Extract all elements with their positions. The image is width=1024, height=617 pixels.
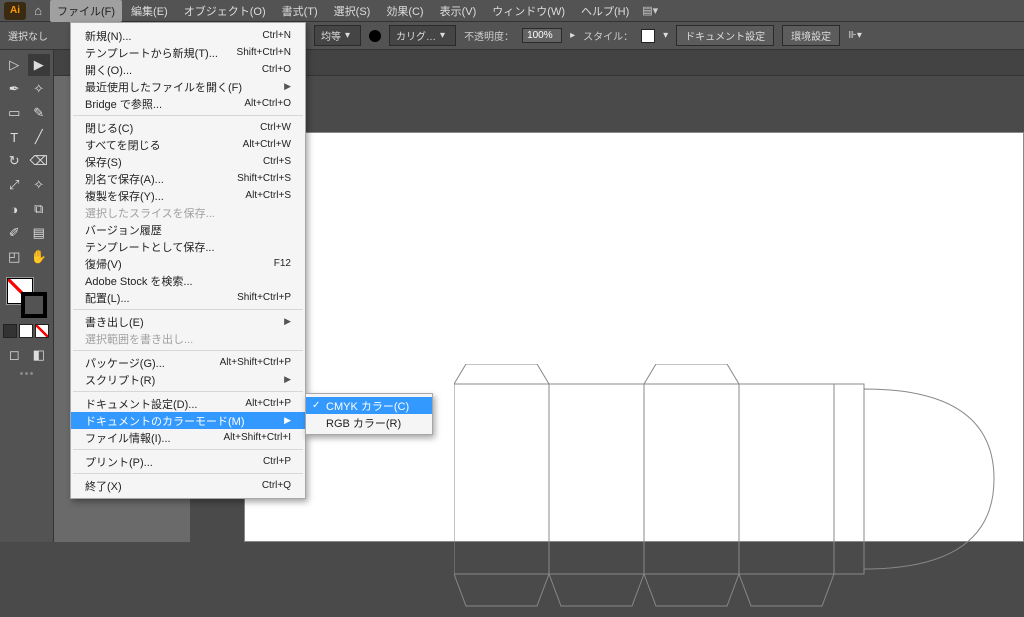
workspace-switcher-icon[interactable]: ▤▾ <box>642 4 658 17</box>
file-menu-item[interactable]: ドキュメントのカラーモード(M)▶ <box>71 412 305 429</box>
file-menu-item[interactable]: ドキュメント設定(D)...Alt+Ctrl+P <box>71 395 305 412</box>
file-menu-item[interactable]: パッケージ(G)...Alt+Shift+Ctrl+P <box>71 354 305 371</box>
menu-help[interactable]: ヘルプ(H) <box>574 0 636 22</box>
opacity-arrow-icon[interactable]: ▸ <box>570 30 575 41</box>
preferences-button[interactable]: 環境設定 <box>782 25 840 46</box>
gradient-tool[interactable]: ▤ <box>28 222 51 244</box>
scale-tool[interactable]: ⤢ <box>3 174 26 196</box>
file-menu-item[interactable]: 終了(X)Ctrl+Q <box>71 477 305 494</box>
artwork-dieline <box>454 364 1014 614</box>
file-menu-item[interactable]: 書き出し(E)▶ <box>71 313 305 330</box>
file-menu-item[interactable]: スクリプト(R)▶ <box>71 371 305 388</box>
menu-effect[interactable]: 効果(C) <box>379 0 430 22</box>
color-mode-item[interactable]: ✓CMYK カラー(C) <box>306 397 432 414</box>
file-menu-item[interactable]: Bridge で参照...Alt+Ctrl+O <box>71 95 305 112</box>
artboard-tool[interactable]: ◰ <box>3 246 26 268</box>
brush-def-dd[interactable]: カリグ… ▾ <box>389 25 456 46</box>
file-menu-item[interactable]: 閉じる(C)Ctrl+W <box>71 119 305 136</box>
type-tool[interactable]: T <box>3 126 26 148</box>
file-menu-item: 選択範囲を書き出し... <box>71 330 305 347</box>
file-menu-item[interactable]: 保存(S)Ctrl+S <box>71 153 305 170</box>
file-menu-item[interactable]: 複製を保存(Y)...Alt+Ctrl+S <box>71 187 305 204</box>
menu-separator <box>73 115 303 116</box>
menu-separator <box>73 309 303 310</box>
file-menu-item[interactable]: 配置(L)...Shift+Ctrl+P <box>71 289 305 306</box>
home-icon[interactable]: ⌂ <box>28 3 48 18</box>
stroke-align-dd[interactable]: 均等 ▾ <box>314 25 361 46</box>
color-mode-submenu: ✓CMYK カラー(C)RGB カラー(R) <box>305 393 433 435</box>
file-menu-item[interactable]: テンプレートから新規(T)...Shift+Ctrl+N <box>71 44 305 61</box>
align-icon[interactable]: ⊪▾ <box>848 30 862 41</box>
rectangle-tool[interactable]: ▭ <box>3 102 26 124</box>
color-mode-row[interactable] <box>3 324 50 338</box>
selection-tool[interactable]: ▷ <box>3 54 26 76</box>
opacity-field[interactable]: 100% <box>522 28 562 43</box>
none-mini[interactable] <box>35 324 49 338</box>
file-menu-item[interactable]: 開く(O)...Ctrl+O <box>71 61 305 78</box>
file-menu-dropdown: 新規(N)...Ctrl+Nテンプレートから新規(T)...Shift+Ctrl… <box>70 22 306 499</box>
pen-tool[interactable]: ✒ <box>3 78 26 100</box>
menu-separator <box>73 350 303 351</box>
file-menu-item: 選択したスライスを保存... <box>71 204 305 221</box>
menu-file[interactable]: ファイル(F) <box>50 0 122 22</box>
menu-window[interactable]: ウィンドウ(W) <box>485 0 572 22</box>
file-menu-item[interactable]: ファイル情報(I)...Alt+Shift+Ctrl+I <box>71 429 305 446</box>
curvature-tool[interactable]: ✧ <box>28 78 51 100</box>
document-setup-button[interactable]: ドキュメント設定 <box>676 25 774 46</box>
file-menu-item[interactable]: Adobe Stock を検索... <box>71 272 305 289</box>
file-menu-item[interactable]: バージョン履歴 <box>71 221 305 238</box>
rotate-tool[interactable]: ↻ <box>3 150 26 172</box>
menu-separator <box>73 391 303 392</box>
menu-object[interactable]: オブジェクト(O) <box>177 0 273 22</box>
style-label: スタイル： <box>583 28 633 43</box>
toolbox: ▷ ▶ ✒ ✧ ▭ ✎ T ╱ ↻ ⌫ ⤢ ✧ ◑ ⧉ ✐ ▤ ◰ ✋ ◻ ◧ <box>0 50 54 542</box>
app-badge: Ai <box>4 2 26 20</box>
draw-behind-icon[interactable]: ◧ <box>28 344 51 366</box>
menu-select[interactable]: 選択(S) <box>327 0 378 22</box>
menubar: Ai ⌂ ファイル(F) 編集(E) オブジェクト(O) 書式(T) 選択(S)… <box>0 0 1024 22</box>
menu-separator <box>73 449 303 450</box>
file-menu-item[interactable]: テンプレートとして保存... <box>71 238 305 255</box>
shape-builder-tool[interactable]: ◑ <box>3 198 26 220</box>
opacity-label: 不透明度： <box>464 28 514 43</box>
selection-status: 選択なし <box>8 28 48 43</box>
eyedropper-tool[interactable]: ✐ <box>3 222 26 244</box>
hand-tool[interactable]: ✋ <box>28 246 51 268</box>
brush-dot-icon <box>369 30 381 42</box>
color-mode-item[interactable]: RGB カラー(R) <box>306 414 432 431</box>
line-tool[interactable]: ╱ <box>28 126 51 148</box>
menu-edit[interactable]: 編集(E) <box>124 0 175 22</box>
file-menu-item[interactable]: プリント(P)...Ctrl+P <box>71 453 305 470</box>
file-menu-item[interactable]: 別名で保存(A)...Shift+Ctrl+S <box>71 170 305 187</box>
free-transform-tool[interactable]: ⧉ <box>28 198 51 220</box>
style-arrow-icon[interactable]: ▾ <box>663 30 668 41</box>
file-menu-item[interactable]: 新規(N)...Ctrl+N <box>71 27 305 44</box>
draw-normal-icon[interactable]: ◻ <box>3 344 26 366</box>
file-menu-item[interactable]: すべてを閉じるAlt+Ctrl+W <box>71 136 305 153</box>
eraser-tool[interactable]: ⌫ <box>28 150 51 172</box>
file-menu-item[interactable]: 最近使用したファイルを開く(F)▶ <box>71 78 305 95</box>
paintbrush-tool[interactable]: ✎ <box>28 102 51 124</box>
gradient-mini[interactable] <box>19 324 33 338</box>
menu-view[interactable]: 表示(V) <box>433 0 484 22</box>
width-tool[interactable]: ✧ <box>28 174 51 196</box>
graphic-style-swatch[interactable] <box>641 29 655 43</box>
file-menu-item[interactable]: 復帰(V)F12 <box>71 255 305 272</box>
direct-selection-tool[interactable]: ▶ <box>28 54 51 76</box>
edit-toolbar-icon[interactable] <box>3 372 50 375</box>
menu-separator <box>73 473 303 474</box>
fill-stroke-swatch[interactable] <box>3 274 50 320</box>
menu-type[interactable]: 書式(T) <box>275 0 325 22</box>
color-mini[interactable] <box>3 324 17 338</box>
